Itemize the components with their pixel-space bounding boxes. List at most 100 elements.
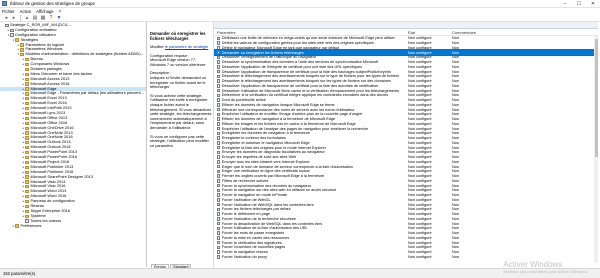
menu-action[interactable]: Action bbox=[20, 9, 32, 14]
setting-name: Effacer les données de navigation à la f… bbox=[221, 117, 336, 122]
setting-comment: Non bbox=[452, 212, 459, 217]
setting-state: Non configuré bbox=[408, 250, 432, 255]
setting-name-cell: Dont du portefeuille activé bbox=[214, 98, 408, 102]
setting-comment: Non bbox=[452, 74, 459, 79]
setting-name-cell: Forcer la navigation réseau bbox=[214, 250, 408, 254]
setting-name-cell: Désactiver l'enregistrement de l'histori… bbox=[214, 55, 408, 59]
folder-icon bbox=[20, 48, 24, 52]
setting-name: Exiger que le nom de domaine de serveur … bbox=[221, 164, 353, 169]
setting-state: Non configuré bbox=[408, 226, 432, 231]
setting-name-cell: Enregistrer et autoriser le navigateur M… bbox=[214, 141, 408, 145]
up-icon[interactable]: ▴ bbox=[24, 15, 30, 21]
toolbar-separator bbox=[20, 14, 21, 21]
setting-name: Empêcher l'utilisateur de modifier l'ima… bbox=[221, 112, 363, 117]
filter-icon[interactable]: ▼ bbox=[56, 15, 62, 21]
setting-icon bbox=[217, 250, 221, 254]
setting-comment: Non bbox=[452, 69, 459, 74]
maximize-button[interactable]: ☐ bbox=[572, 0, 586, 8]
modify-prefix: Modifier bbox=[150, 44, 165, 49]
setting-name-cell: Désactiver la synchronisation des donnée… bbox=[214, 60, 408, 64]
column-parametre[interactable]: Paramètre bbox=[214, 30, 408, 35]
menu-affichage[interactable]: Affichage bbox=[36, 9, 53, 14]
folder-icon bbox=[25, 77, 29, 81]
setting-name: Forcer les mots de passe enregistrés bbox=[221, 231, 285, 236]
setting-comment: Non bbox=[452, 155, 459, 160]
setting-name-cell: Définissez une limite de mémoire en méga… bbox=[214, 36, 408, 40]
folder-icon bbox=[20, 43, 24, 47]
column-commentaire[interactable]: Commentaire bbox=[452, 30, 502, 35]
menu-fichier[interactable]: Fichier bbox=[2, 9, 15, 14]
setting-state: Non configuré bbox=[408, 159, 432, 164]
column-etat[interactable]: État bbox=[408, 30, 452, 35]
setting-name: Forcer l'ouverture de nouvelles pages bbox=[221, 245, 286, 250]
setting-comment: Non bbox=[452, 245, 459, 250]
setting-name: Définir le navigateur Microsoft Edge en … bbox=[221, 45, 339, 50]
setting-name-cell: Enregistrer les données de navigation à … bbox=[214, 131, 408, 135]
setting-name: Forcer les fichiers téléchargés par défa… bbox=[221, 207, 291, 212]
setting-name: Filtres de recherche activés bbox=[221, 178, 269, 183]
show-hide-tree-icon[interactable]: ▤ bbox=[32, 15, 38, 21]
setting-name: Désactiver l'application de transparence… bbox=[221, 69, 391, 74]
folder-icon bbox=[25, 204, 29, 209]
setting-name: Forcer le défilement en page bbox=[221, 212, 271, 217]
setting-state: Non configuré bbox=[408, 197, 432, 202]
scrollbar-thumb[interactable] bbox=[594, 39, 598, 157]
setting-comment: Non bbox=[452, 169, 459, 174]
description-extra-2: Si vous ne configurez pas cette stratégi… bbox=[150, 133, 209, 148]
setting-name-cell: Désactiver le téléchargement des avertis… bbox=[214, 79, 408, 83]
menu-help[interactable]: ? bbox=[59, 9, 61, 14]
setting-name: Désactiver l'application de l'intégrité … bbox=[221, 64, 362, 69]
folder-icon bbox=[25, 160, 29, 165]
close-button[interactable]: ✕ bbox=[586, 0, 600, 8]
setting-name-cell: Désactiver l'utilisation de Microsoft St… bbox=[214, 89, 408, 93]
folder-icon bbox=[25, 214, 29, 218]
edit-policy-link[interactable]: le paramètre de stratégie bbox=[165, 44, 208, 49]
setting-name: Définit les valeurs de configuration gér… bbox=[221, 41, 374, 46]
setting-icon bbox=[217, 188, 221, 193]
setting-comment: Non bbox=[452, 145, 459, 150]
setting-name-cell: Forcer les fichiers téléchargés par défa… bbox=[214, 207, 408, 211]
setting-name-cell: Forcer la vérification des signatures bbox=[214, 241, 408, 245]
setting-row[interactable]: Forcer l'activation du proxy Non configur… bbox=[214, 255, 598, 260]
setting-comment: Non bbox=[452, 107, 459, 112]
setting-icon bbox=[217, 193, 221, 197]
setting-state: Non configuré bbox=[408, 212, 432, 217]
setting-state: Non configuré bbox=[408, 178, 432, 183]
tree-item-label: Préférences bbox=[20, 222, 42, 228]
setting-state: Non configuré bbox=[408, 79, 432, 84]
setting-comment: Non bbox=[452, 60, 459, 65]
setting-icon bbox=[217, 84, 221, 88]
setting-icon bbox=[217, 74, 221, 79]
help-icon[interactable]: ? bbox=[48, 15, 54, 21]
setting-name: Empêcher l'utilisation de l'analyse des … bbox=[221, 126, 369, 131]
setting-state: Non configuré bbox=[408, 207, 432, 212]
setting-icon bbox=[217, 131, 221, 136]
setting-name-cell: Empêcher l'utilisation de l'analyse des … bbox=[214, 127, 408, 131]
setting-name: Enregistrer le contenu des formulaires bbox=[221, 136, 286, 141]
title-bar: Éditeur de gestion des stratégies de gro… bbox=[0, 0, 600, 8]
setting-icon bbox=[217, 88, 221, 93]
setting-name-cell: Forcer la désactivation de WebSQL dans l… bbox=[214, 222, 408, 226]
setting-icon bbox=[217, 231, 221, 235]
setting-name-cell: Filtres de recherche activés bbox=[214, 179, 408, 183]
setting-comment: Non bbox=[452, 36, 459, 41]
folder-icon bbox=[25, 121, 29, 125]
setting-icon bbox=[217, 164, 221, 169]
setting-icon bbox=[217, 136, 221, 140]
vertical-scrollbar[interactable] bbox=[594, 36, 598, 263]
setting-name-cell: Enregistrer la liste des origines pour l… bbox=[214, 146, 408, 150]
watermark-subtitle: Accédez aux paramètres pour activer Wind… bbox=[503, 269, 588, 274]
forward-icon[interactable]: ▸ bbox=[11, 15, 17, 21]
setting-state: Non configuré bbox=[408, 155, 432, 160]
setting-icon bbox=[217, 126, 221, 131]
setting-name-cell: Déterminer si la vérification du certifi… bbox=[214, 93, 408, 97]
setting-name: Effacer les données de navigation lorsqu… bbox=[221, 102, 335, 107]
setting-comment: Non bbox=[452, 202, 459, 207]
setting-comment: Non bbox=[452, 164, 459, 169]
minimize-button[interactable]: – bbox=[558, 0, 572, 8]
setting-comment: Non bbox=[452, 226, 459, 231]
back-icon[interactable]: ◂ bbox=[3, 15, 9, 21]
tree-item-label: Modèles d'administration : définitions d… bbox=[25, 51, 145, 57]
properties-icon[interactable]: ▦ bbox=[40, 15, 46, 21]
setting-name-cell: Désactiver le téléchargement des avertis… bbox=[214, 74, 408, 78]
